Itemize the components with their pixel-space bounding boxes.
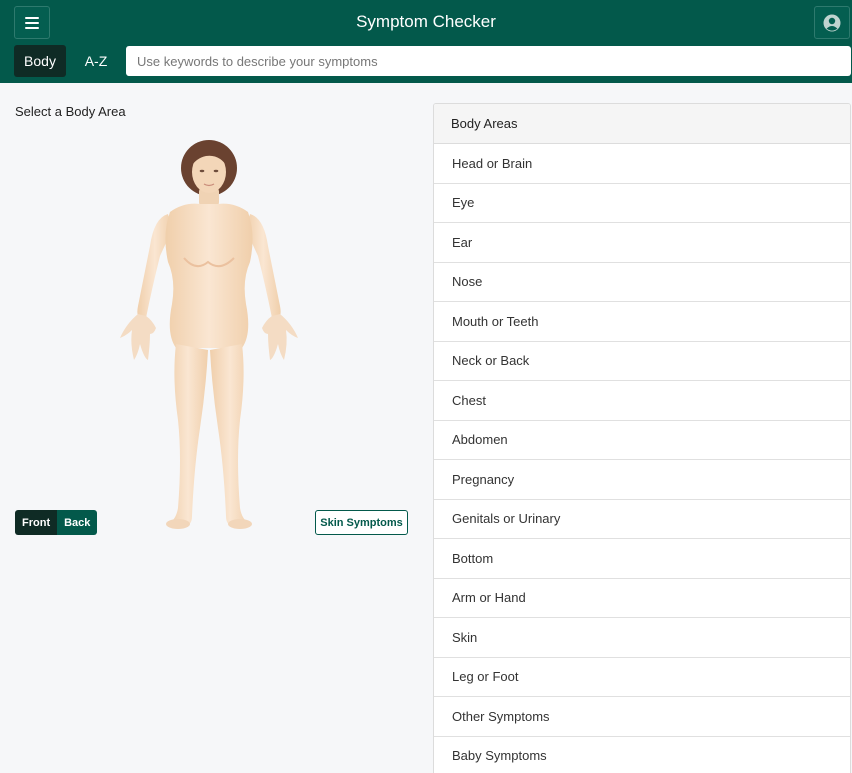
body-area-item[interactable]: Chest (434, 381, 850, 421)
body-area-item[interactable]: Eye (434, 184, 850, 223)
body-area-item[interactable]: Pregnancy (434, 460, 850, 500)
tab-body[interactable]: Body (14, 45, 66, 77)
body-area-item[interactable]: Baby Symptoms (434, 737, 850, 773)
body-area-item[interactable]: Skin (434, 618, 850, 658)
body-area-item[interactable]: Abdomen (434, 421, 850, 460)
user-account-icon (823, 14, 841, 31)
body-areas-panel: Body Areas Head or Brain Eye Ear Nose Mo… (433, 103, 851, 773)
body-area-item[interactable]: Nose (434, 263, 850, 302)
front-back-toggle: Front Back (15, 510, 98, 535)
app-header: Symptom Checker Body A-Z (0, 0, 852, 83)
body-areas-header: Body Areas (434, 104, 850, 144)
body-area-item[interactable]: Ear (434, 223, 850, 263)
tab-a-z[interactable]: A-Z (72, 45, 120, 77)
skin-symptoms-button[interactable]: Skin Symptoms (315, 510, 408, 535)
body-area-item[interactable]: Head or Brain (434, 144, 850, 184)
front-view-button[interactable]: Front (15, 510, 58, 535)
user-account-button[interactable] (814, 6, 850, 39)
body-area-item[interactable]: Neck or Back (434, 342, 850, 381)
body-map-figure[interactable] (108, 138, 312, 534)
body-area-item[interactable]: Mouth or Teeth (434, 302, 850, 342)
select-body-area-label: Select a Body Area (15, 104, 126, 119)
body-area-item[interactable]: Arm or Hand (434, 579, 850, 618)
body-area-item[interactable]: Bottom (434, 539, 850, 579)
back-view-button[interactable]: Back (57, 510, 98, 535)
body-area-item[interactable]: Genitals or Urinary (434, 500, 850, 539)
symptom-search-input[interactable] (126, 46, 851, 76)
body-area-item[interactable]: Leg or Foot (434, 658, 850, 697)
body-area-item[interactable]: Other Symptoms (434, 697, 850, 737)
app-title: Symptom Checker (356, 12, 496, 31)
